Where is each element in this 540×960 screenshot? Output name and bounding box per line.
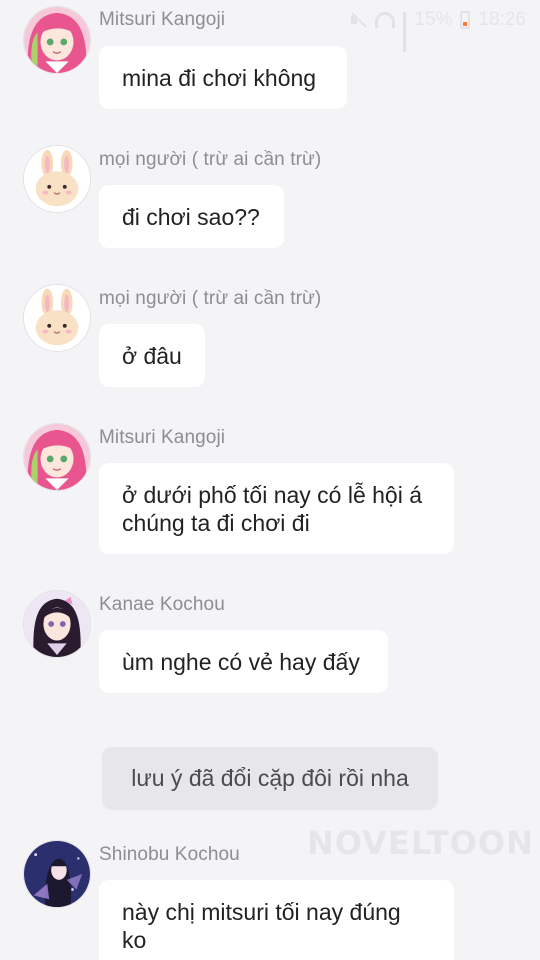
- message-text: này chị mitsuri tối nay đúng ko: [122, 898, 401, 953]
- bunny-avatar[interactable]: [23, 284, 91, 352]
- message-text: đi chơi sao??: [122, 203, 260, 230]
- message-bubble[interactable]: ở dưới phố tối nay có lễ hội á chúng ta …: [99, 463, 454, 554]
- notice-text: lưu ý đã đổi cặp đôi rồi nha: [131, 765, 409, 791]
- message-bubble[interactable]: ở đâu: [99, 324, 205, 387]
- mute-icon: [349, 11, 367, 29]
- battery-percent: 15%: [414, 9, 453, 30]
- message-bubble[interactable]: này chị mitsuri tối nay đúng ko: [99, 880, 454, 960]
- bunny-avatar[interactable]: [23, 145, 91, 213]
- mitsuri-avatar[interactable]: [23, 423, 91, 491]
- noveltoon-watermark: NOVELTOON: [307, 824, 534, 862]
- message-text: ở dưới phố tối nay có lễ hội á chúng ta …: [122, 481, 423, 536]
- message-text: mina đi chơi không: [122, 64, 317, 91]
- sender-name: mọi người ( trừ ai cần trừ): [99, 149, 322, 170]
- sender-name: Mitsuri Kangoji: [99, 427, 226, 448]
- chat-screen: 15% 18:26 Mitsuri Kangoji mina đi chơi k…: [0, 0, 540, 960]
- battery-icon: [460, 11, 471, 29]
- message-bubble[interactable]: mina đi chơi không: [99, 46, 347, 109]
- sender-name: Shinobu Kochou: [99, 844, 240, 865]
- kanae-avatar[interactable]: [23, 590, 91, 658]
- status-bar: 15% 18:26: [349, 6, 526, 52]
- mitsuri-avatar[interactable]: [23, 6, 91, 74]
- signal-icon: [403, 12, 407, 52]
- sender-name: Mitsuri Kangoji: [99, 9, 226, 30]
- system-notice: lưu ý đã đổi cặp đôi rồi nha: [102, 747, 438, 810]
- clock: 18:26: [478, 9, 526, 30]
- message-bubble[interactable]: đi chơi sao??: [99, 185, 284, 248]
- sender-name: Kanae Kochou: [99, 594, 225, 615]
- message-text: ùm nghe có vẻ hay đấy: [122, 648, 360, 675]
- shinobu-avatar[interactable]: [23, 840, 91, 908]
- message-bubble[interactable]: ùm nghe có vẻ hay đấy: [99, 630, 388, 693]
- message-text: ở đâu: [122, 342, 182, 369]
- wifi-icon: [375, 12, 396, 28]
- sender-name: mọi người ( trừ ai cần trừ): [99, 288, 322, 309]
